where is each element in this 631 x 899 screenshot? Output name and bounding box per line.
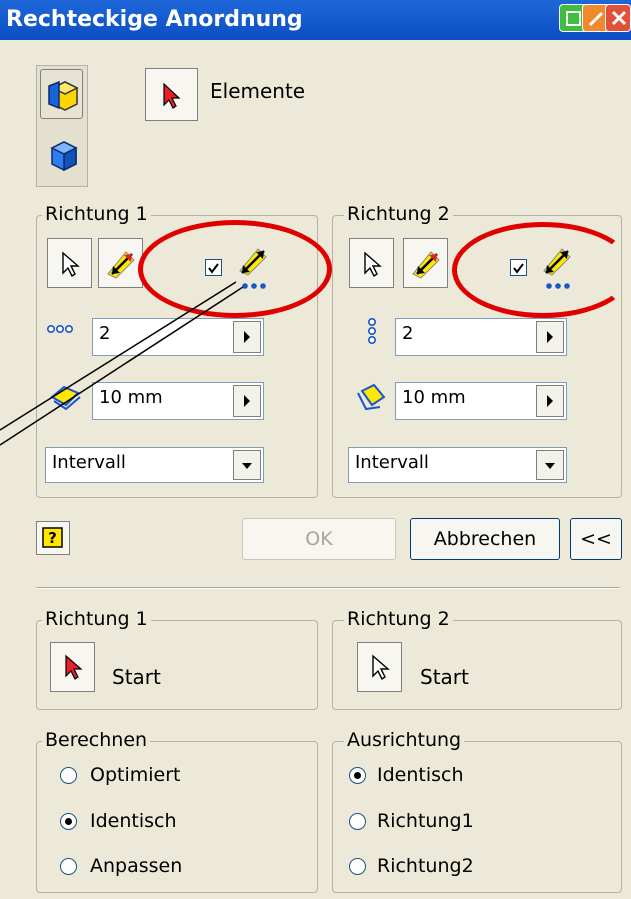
- cancel-button-label: Abbrechen: [433, 528, 537, 550]
- help-icon: ?: [42, 527, 63, 548]
- close-title-button[interactable]: [605, 4, 631, 32]
- direction2-mode-select[interactable]: Intervall: [348, 447, 567, 483]
- berechnen-group-label: Berechnen: [42, 729, 151, 751]
- wand-icon: [588, 11, 604, 27]
- radio-anpassen[interactable]: [60, 858, 77, 875]
- direction2-spacing-value: 10 mm: [402, 387, 466, 408]
- count-dots-icon: [46, 324, 73, 334]
- count-dots-vertical-icon: [367, 317, 377, 344]
- richtung2-label: Richtung2: [377, 855, 474, 877]
- direction2-mode-value: Intervall: [355, 452, 429, 473]
- direction1-group-label: Richtung 1: [42, 203, 151, 225]
- direction2-flip-button[interactable]: [403, 238, 448, 288]
- direction1-count-field[interactable]: 2: [92, 318, 264, 356]
- spacing-icon: [357, 383, 386, 411]
- identisch-label: Identisch: [90, 810, 177, 832]
- dialog-window: Rechteckige Anordnung Elemente Richtung …: [0, 0, 631, 899]
- feature-type-toolbar: [36, 65, 88, 187]
- direction1-mode-select[interactable]: Intervall: [45, 447, 264, 483]
- direction1-spacing-arrow[interactable]: [233, 385, 261, 417]
- direction1-mode-dropdown[interactable]: [233, 450, 261, 480]
- radio-ausrichtung-identisch[interactable]: [349, 767, 366, 784]
- direction2-count-field[interactable]: 2: [395, 318, 567, 356]
- direction1-spacing-field[interactable]: 10 mm: [92, 382, 264, 420]
- highlight-ring-direction2: [452, 222, 631, 318]
- title-bar[interactable]: Rechteckige Anordnung: [0, 0, 631, 40]
- direction2-count-arrow[interactable]: [536, 321, 564, 353]
- ok-button[interactable]: OK: [242, 518, 396, 560]
- help-button[interactable]: ?: [36, 521, 70, 555]
- start1-label: Start: [112, 665, 161, 689]
- direction1-count-value: 2: [99, 323, 111, 344]
- solid-mode-button[interactable]: [40, 130, 83, 180]
- ausrichtung-identisch-label: Identisch: [377, 764, 464, 786]
- spacing-icon: [50, 385, 81, 411]
- separator: [36, 587, 620, 589]
- triangle-right-icon: [547, 331, 553, 343]
- start1-group-label: Richtung 1: [42, 608, 151, 630]
- less-button[interactable]: <<: [570, 518, 622, 560]
- ausrichtung-group: [332, 741, 622, 893]
- pencil-icon: [566, 11, 581, 26]
- cube-yellow-icon: [48, 80, 79, 111]
- ausrichtung-group-label: Ausrichtung: [344, 729, 465, 751]
- optimiert-label: Optimiert: [90, 764, 181, 786]
- direction1-spacing-value: 10 mm: [99, 387, 163, 408]
- direction1-path-button[interactable]: [47, 238, 92, 288]
- radio-richtung1[interactable]: [349, 813, 366, 830]
- direction1-flip-button[interactable]: [98, 238, 143, 288]
- direction2-mode-dropdown[interactable]: [536, 450, 564, 480]
- radio-identisch[interactable]: [60, 813, 77, 830]
- flip-direction-icon: [412, 251, 440, 279]
- features-mode-button[interactable]: [40, 69, 83, 119]
- triangle-right-icon: [244, 395, 250, 407]
- less-button-label: <<: [580, 528, 612, 550]
- anpassen-label: Anpassen: [90, 855, 183, 877]
- start1-select-button[interactable]: [50, 642, 95, 692]
- chevron-down-icon: [545, 463, 555, 469]
- cursor-red-icon: [65, 654, 83, 680]
- window-title: Rechteckige Anordnung: [6, 7, 303, 32]
- direction2-spacing-field[interactable]: 10 mm: [395, 382, 567, 420]
- elements-label: Elemente: [210, 79, 306, 103]
- ok-button-label: OK: [305, 528, 333, 550]
- radio-optimiert[interactable]: [60, 767, 77, 784]
- close-icon: [611, 10, 627, 26]
- direction1-count-arrow[interactable]: [233, 321, 261, 353]
- cancel-button[interactable]: Abbrechen: [410, 518, 560, 560]
- cursor-white-icon: [364, 251, 382, 278]
- direction2-count-value: 2: [402, 323, 414, 344]
- svg-text:?: ?: [48, 529, 57, 547]
- chevron-down-icon: [242, 463, 252, 469]
- cursor-white-icon: [62, 251, 80, 278]
- direction2-spacing-arrow[interactable]: [536, 385, 564, 417]
- start2-group-label: Richtung 2: [344, 608, 453, 630]
- radio-richtung2[interactable]: [349, 858, 366, 875]
- start2-label: Start: [420, 665, 469, 689]
- cursor-red-icon: [163, 82, 181, 109]
- triangle-right-icon: [244, 331, 250, 343]
- cursor-white-icon: [372, 654, 390, 681]
- elements-select-button[interactable]: [145, 68, 198, 121]
- cube-blue-icon: [50, 141, 78, 172]
- highlight-ring-direction1: [138, 220, 332, 318]
- start2-select-button[interactable]: [357, 642, 402, 692]
- richtung1-label: Richtung1: [377, 810, 474, 832]
- flip-direction-icon: [107, 251, 135, 279]
- direction1-mode-value: Intervall: [52, 452, 126, 473]
- triangle-right-icon: [547, 395, 553, 407]
- direction2-path-button[interactable]: [349, 238, 394, 288]
- direction2-group-label: Richtung 2: [344, 203, 453, 225]
